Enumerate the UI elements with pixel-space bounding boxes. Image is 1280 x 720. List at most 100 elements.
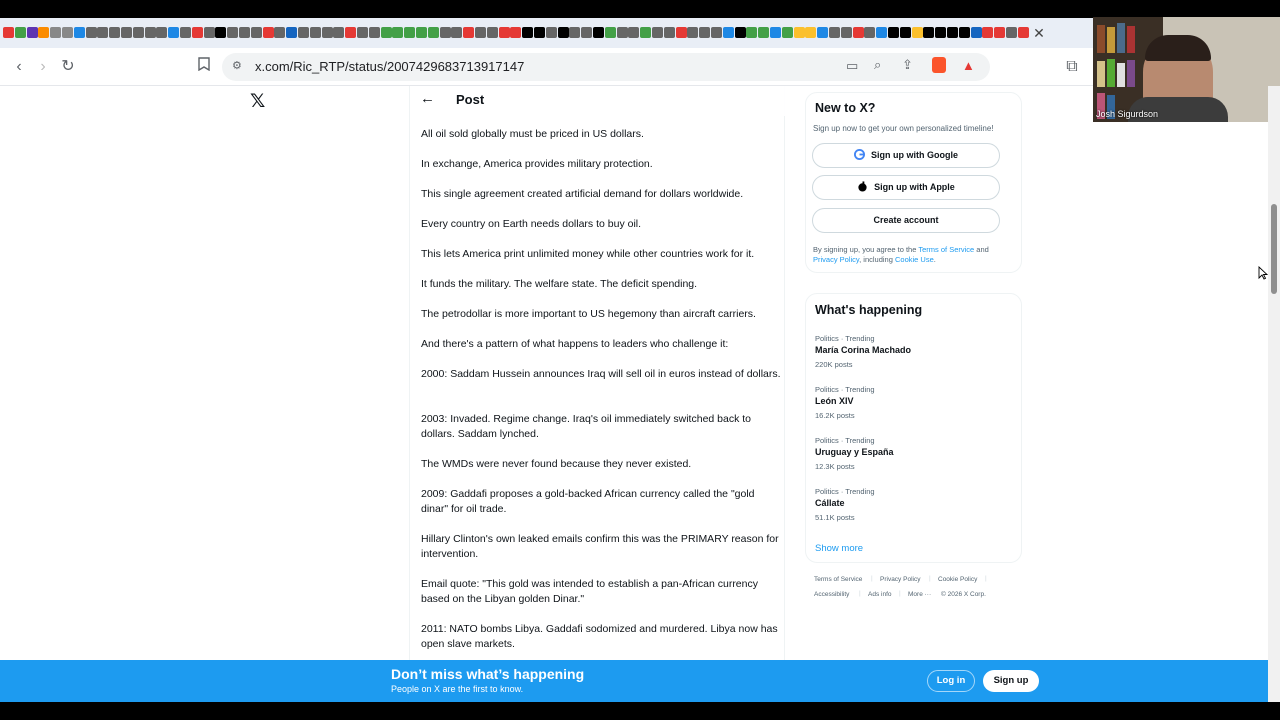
tab-favicon-icon[interactable] bbox=[191, 27, 203, 38]
tab-favicon-icon[interactable] bbox=[958, 27, 970, 38]
tab-favicon-icon[interactable] bbox=[569, 27, 581, 38]
cookie-link[interactable]: Cookie Use bbox=[895, 255, 934, 264]
page-scrollbar[interactable] bbox=[1268, 86, 1280, 706]
tab-favicon-icon[interactable] bbox=[746, 27, 758, 38]
tab-favicon-icon[interactable] bbox=[876, 27, 888, 38]
tab-favicon-icon[interactable] bbox=[593, 27, 604, 38]
tab-favicon-icon[interactable] bbox=[14, 27, 26, 38]
tab-favicon-icon[interactable] bbox=[522, 27, 534, 38]
tab-favicon-icon[interactable] bbox=[168, 27, 180, 38]
tab-favicon-icon[interactable] bbox=[628, 27, 640, 38]
tab-favicon-icon[interactable] bbox=[793, 27, 805, 38]
forward-icon[interactable]: › bbox=[32, 56, 54, 78]
tab-favicon-icon[interactable] bbox=[923, 27, 935, 38]
tab-favicon-icon[interactable] bbox=[675, 27, 687, 38]
tab-favicon-icon[interactable] bbox=[545, 27, 557, 38]
tab-favicon-icon[interactable] bbox=[109, 27, 121, 38]
tab-favicon-icon[interactable] bbox=[73, 27, 85, 38]
tab-favicon-icon[interactable] bbox=[652, 27, 663, 38]
tab-favicon-icon[interactable] bbox=[498, 27, 510, 38]
address-bar[interactable]: ⚙ x.com/Ric_RTP/status/20074296837139171… bbox=[222, 53, 990, 81]
tab-favicon-icon[interactable] bbox=[451, 27, 463, 38]
tab-favicon-icon[interactable] bbox=[227, 27, 239, 38]
close-icon[interactable]: ✕ bbox=[1028, 22, 1050, 44]
tab-favicon-icon[interactable] bbox=[663, 27, 675, 38]
tab-favicon-icon[interactable] bbox=[864, 27, 876, 38]
tab-favicon-icon[interactable] bbox=[345, 27, 357, 38]
tab-favicon-icon[interactable] bbox=[711, 27, 722, 38]
tab-favicon-icon[interactable] bbox=[368, 27, 380, 38]
tab-favicon-icon[interactable] bbox=[616, 27, 628, 38]
tab-favicon-icon[interactable] bbox=[250, 27, 262, 38]
footer-more-link[interactable]: More ··· bbox=[908, 591, 931, 598]
tab-favicon-icon[interactable] bbox=[333, 27, 345, 38]
extensions-icon[interactable]: ⧉ bbox=[1061, 56, 1083, 78]
tab-favicon-icon[interactable] bbox=[840, 27, 852, 38]
tab-favicon-icon[interactable] bbox=[215, 27, 227, 38]
show-more-link[interactable]: Show more bbox=[815, 543, 863, 554]
tab-favicon-icon[interactable] bbox=[640, 27, 652, 38]
tab-favicon-icon[interactable] bbox=[309, 27, 321, 38]
footer-privacy-link[interactable]: Privacy Policy bbox=[880, 576, 920, 583]
tab-favicon-icon[interactable] bbox=[156, 27, 168, 38]
footer-cookie-link[interactable]: Cookie Policy bbox=[938, 576, 977, 583]
tab-favicon-icon[interactable] bbox=[699, 27, 711, 38]
tab-favicon-icon[interactable] bbox=[911, 27, 923, 38]
tab-favicon-icon[interactable] bbox=[121, 27, 132, 38]
footer-ads-link[interactable]: Ads info bbox=[868, 591, 892, 598]
tab-favicon-icon[interactable] bbox=[85, 27, 97, 38]
tab-favicon-icon[interactable] bbox=[947, 27, 958, 38]
tab-favicon-icon[interactable] bbox=[62, 27, 73, 38]
tab-favicon-icon[interactable] bbox=[26, 27, 38, 38]
tab-favicon-icon[interactable] bbox=[321, 27, 333, 38]
tab-favicon-icon[interactable] bbox=[298, 27, 309, 38]
tab-favicon-icon[interactable] bbox=[439, 27, 451, 38]
tab-favicon-icon[interactable] bbox=[416, 27, 427, 38]
privacy-link[interactable]: Privacy Policy bbox=[813, 255, 859, 264]
tab-favicon-icon[interactable] bbox=[935, 27, 947, 38]
tab-favicon-icon[interactable] bbox=[1006, 27, 1017, 38]
tab-favicon-icon[interactable] bbox=[817, 27, 829, 38]
tab-favicon-icon[interactable] bbox=[899, 27, 911, 38]
tab-favicon-icon[interactable] bbox=[510, 27, 522, 38]
tab-favicon-icon[interactable] bbox=[888, 27, 899, 38]
tab-favicon-icon[interactable] bbox=[781, 27, 793, 38]
tab-favicon-icon[interactable] bbox=[38, 27, 50, 38]
tab-favicon-icon[interactable] bbox=[805, 27, 817, 38]
tab-favicon-icon[interactable] bbox=[486, 27, 498, 38]
tab-favicon-icon[interactable] bbox=[722, 27, 734, 38]
tab-favicon-icon[interactable] bbox=[427, 27, 439, 38]
bookmark-icon[interactable] bbox=[193, 56, 215, 78]
tab-favicon-icon[interactable] bbox=[687, 27, 699, 38]
tab-favicon-icon[interactable] bbox=[404, 27, 416, 38]
tab-favicon-icon[interactable] bbox=[770, 27, 781, 38]
site-info-icon[interactable]: ⚙ bbox=[232, 59, 242, 72]
footer-terms-link[interactable]: Terms of Service bbox=[814, 576, 862, 583]
tab-favicon-icon[interactable] bbox=[357, 27, 368, 38]
tab-favicon-icon[interactable] bbox=[380, 27, 392, 38]
reload-icon[interactable]: ↻ bbox=[57, 56, 79, 78]
tab-favicon-icon[interactable] bbox=[557, 27, 569, 38]
footer-accessibility-link[interactable]: Accessibility bbox=[814, 591, 849, 598]
tab-favicon-icon[interactable] bbox=[286, 27, 298, 38]
apple-signup-button[interactable]: Sign up with Apple bbox=[812, 175, 1000, 200]
tab-favicon-icon[interactable] bbox=[180, 27, 191, 38]
scrollbar-thumb[interactable] bbox=[1271, 204, 1277, 294]
login-button[interactable]: Log in bbox=[927, 670, 975, 692]
tab-favicon-icon[interactable] bbox=[581, 27, 593, 38]
tab-favicon-icon[interactable] bbox=[203, 27, 215, 38]
tab-favicon-icon[interactable] bbox=[463, 27, 475, 38]
tab-favicon-icon[interactable] bbox=[475, 27, 486, 38]
tab-favicon-icon[interactable] bbox=[262, 27, 274, 38]
zoom-icon[interactable]: ⌕ bbox=[874, 57, 881, 73]
tab-favicon-icon[interactable] bbox=[534, 27, 545, 38]
tab-favicon-icon[interactable] bbox=[758, 27, 770, 38]
x-logo-icon[interactable]: 𝕏 bbox=[250, 92, 270, 112]
share-icon[interactable]: ⇪ bbox=[902, 57, 913, 73]
back-arrow-icon[interactable]: ← bbox=[420, 90, 435, 107]
tab-favicon-icon[interactable] bbox=[734, 27, 746, 38]
google-signup-button[interactable]: Sign up with Google bbox=[812, 143, 1000, 168]
signup-button[interactable]: Sign up bbox=[983, 670, 1039, 692]
tab-favicon-icon[interactable] bbox=[3, 27, 14, 38]
tab-favicon-icon[interactable] bbox=[97, 27, 109, 38]
